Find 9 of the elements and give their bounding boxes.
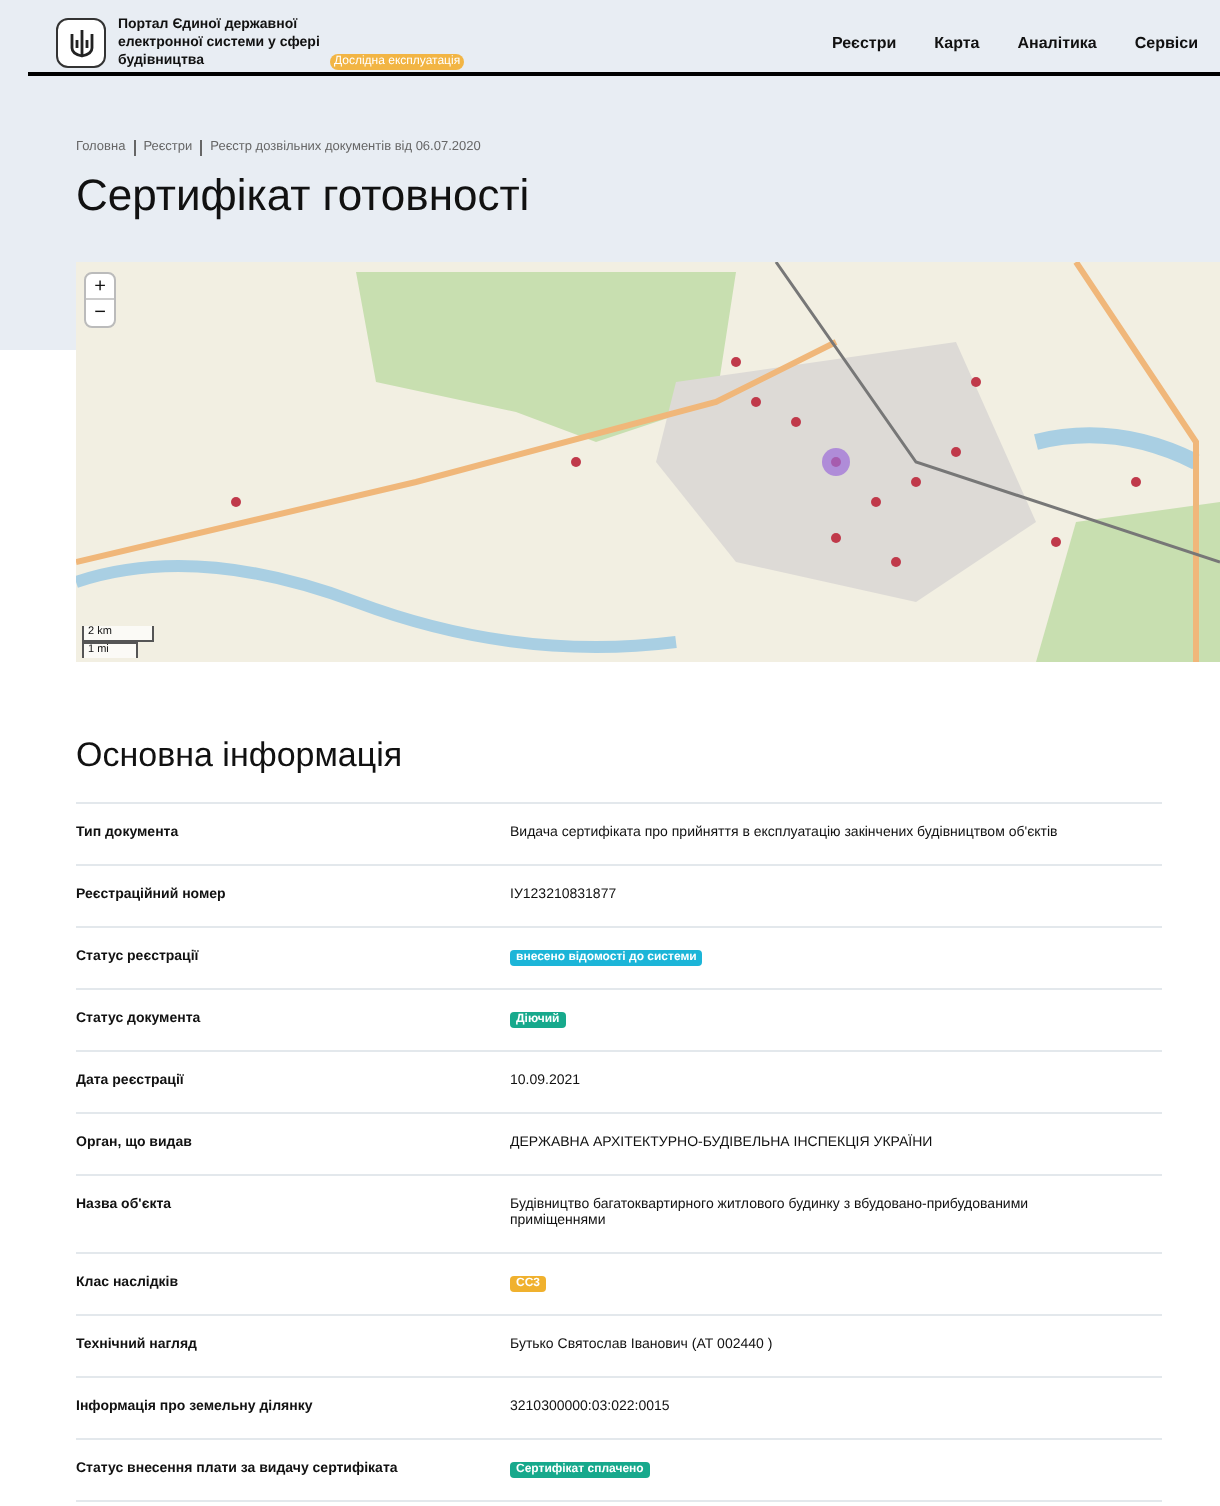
nav-link[interactable]: Аналітика (1017, 31, 1097, 55)
nav-link[interactable]: Реєстри (831, 31, 897, 55)
zoom-in-button[interactable]: + (86, 273, 114, 300)
section-title: Основна інформація (76, 733, 405, 778)
trident-logo-icon[interactable] (56, 18, 106, 68)
page-title: Сертифікат готовності (76, 167, 532, 224)
nav-link[interactable]: Карта (934, 31, 980, 55)
nav-link[interactable]: Сервіси (1134, 31, 1198, 55)
zoom-out-button[interactable]: − (86, 299, 114, 326)
